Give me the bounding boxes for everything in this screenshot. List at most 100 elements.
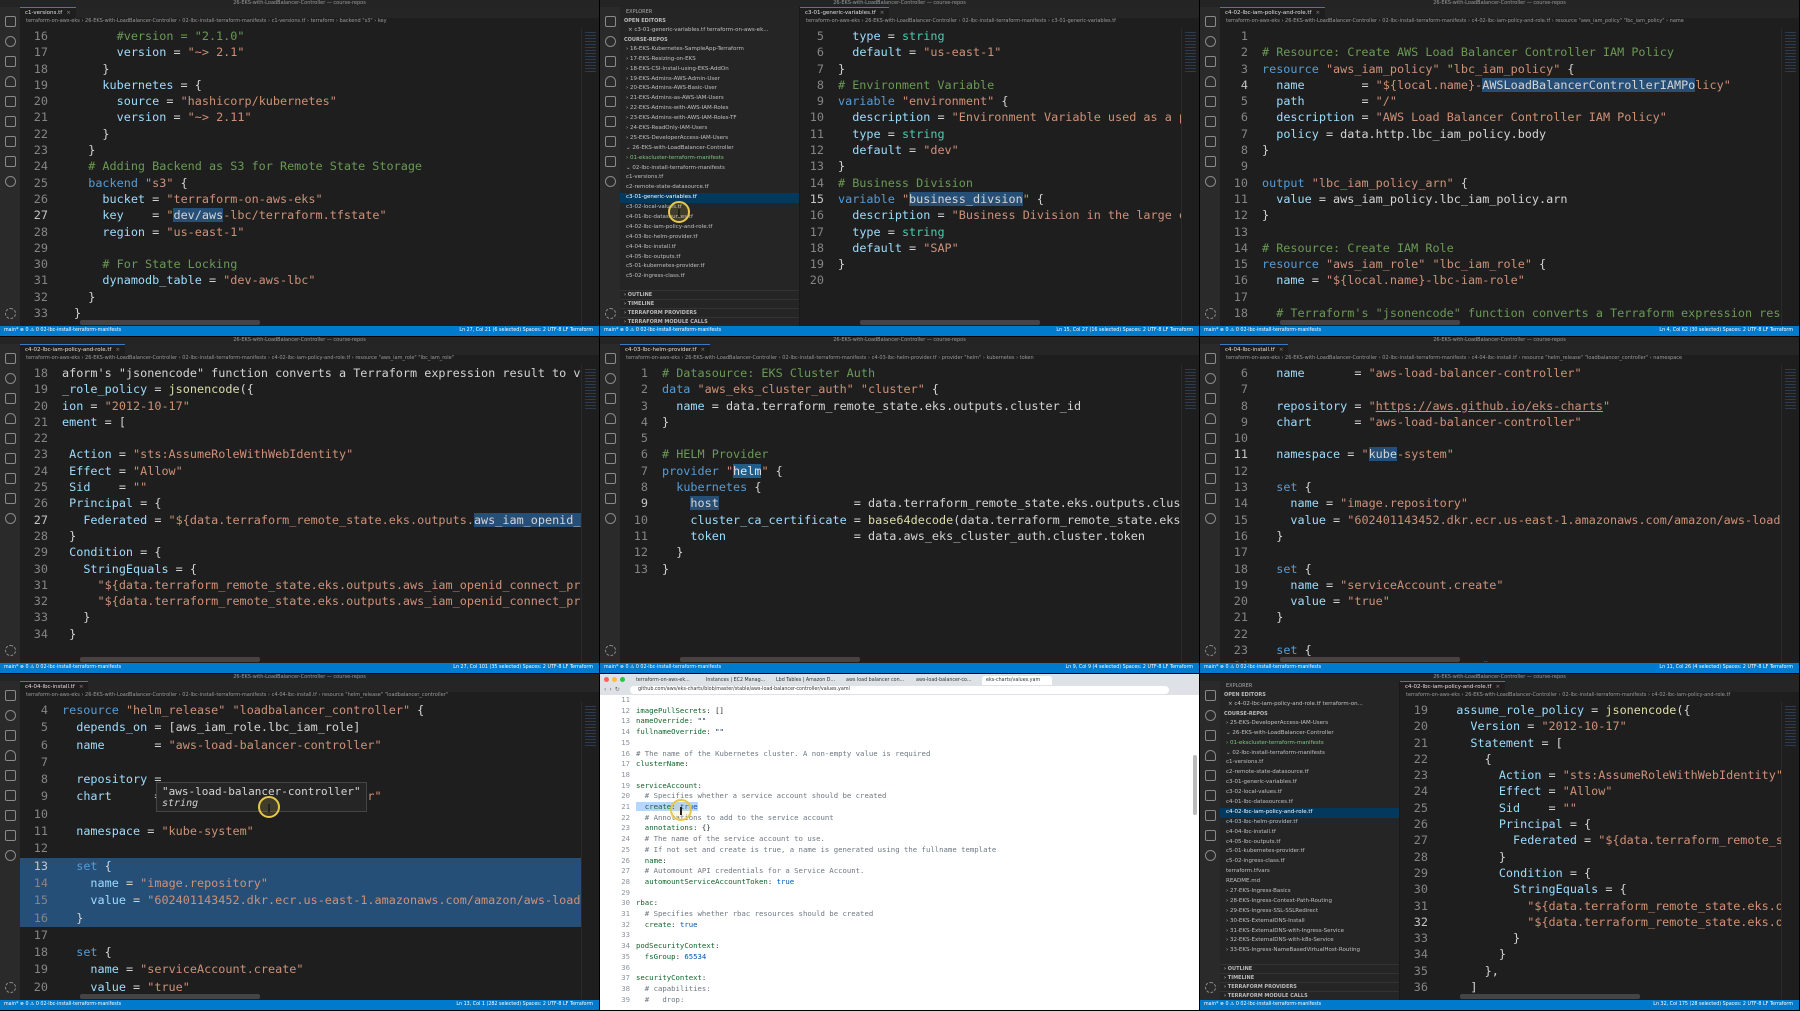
docker-icon[interactable]	[1204, 473, 1216, 484]
explorer-item[interactable]: c5-01-kubernetes-provider.tf	[620, 262, 799, 272]
run-debug-icon[interactable]	[604, 76, 616, 87]
editor-tab[interactable]: c4-04-lbc-install.tf ×	[1220, 344, 1289, 355]
minimap[interactable]	[1181, 28, 1199, 325]
horizontal-scrollbar[interactable]	[860, 320, 1040, 325]
code-editor[interactable]: 1 2 # Resource: Create AWS Load Balancer C…	[1220, 28, 1799, 325]
browser-tab[interactable]: terraform-on-aws-ek...	[632, 676, 702, 685]
explorer-item[interactable]: c5-01-kubernetes-provider.tf	[1220, 847, 1399, 857]
editor-tab[interactable]: c4-03-lbc-helm-provider.tf ×	[620, 344, 711, 355]
status-right[interactable]: Ln 9, Col 9 (4 selected) Spaces: 2 UTF-8…	[1066, 663, 1194, 673]
source-control-icon[interactable]	[604, 56, 616, 67]
gear-icon[interactable]	[4, 982, 16, 993]
docker-icon[interactable]	[1204, 810, 1216, 821]
explorer-item[interactable]: c4-03-lbc-helm-provider.tf	[620, 233, 799, 243]
breadcrumb[interactable]: terraform-on-aws-eks › 26-EKS-with-LoadB…	[800, 18, 1199, 27]
status-right[interactable]: Ln 27, Col 21 (6 selected) Spaces: 2 UTF…	[459, 326, 593, 336]
gear-icon[interactable]	[1204, 308, 1216, 319]
minimap[interactable]	[1181, 365, 1199, 662]
browser-tab[interactable]: Lbd Tables | Amazon D...	[772, 676, 842, 685]
explorer-item[interactable]: c2-remote-state-datasource.tf	[620, 183, 799, 193]
sidebar-section[interactable]: › TERRAFORM MODULE CALLS	[1220, 991, 1399, 1000]
explorer-item[interactable]: › 16-EKS-Kubernetes-SampleApp-Terraform	[620, 45, 799, 55]
source-control-icon[interactable]	[4, 56, 16, 67]
gear-icon[interactable]	[4, 308, 16, 319]
testing-icon[interactable]	[604, 156, 616, 167]
explorer-item[interactable]: › 01-ekscluster-terraform-manifests	[1220, 739, 1399, 749]
docker-icon[interactable]	[4, 473, 16, 484]
explorer-item[interactable]: c4-04-lbc-install.tf	[620, 243, 799, 253]
run-debug-icon[interactable]	[4, 413, 16, 424]
account-icon[interactable]	[1204, 513, 1216, 524]
explorer-item[interactable]: c4-02-lbc-iam-policy-and-role.tf	[1220, 807, 1399, 818]
sidebar-section[interactable]: › TERRAFORM PROVIDERS	[620, 308, 799, 317]
testing-icon[interactable]	[4, 493, 16, 504]
extensions-icon[interactable]	[1204, 96, 1216, 107]
status-left[interactable]: main* ⊗ 0 ⚠ 0 02-lbc-install-terraform-m…	[604, 326, 721, 336]
breadcrumb[interactable]: terraform-on-aws-eks › 26-EKS-with-LoadB…	[1400, 692, 1799, 701]
explorer-item[interactable]: c1-versions.tf	[1220, 758, 1399, 768]
horizontal-scrollbar[interactable]	[80, 994, 260, 999]
docker-icon[interactable]	[4, 136, 16, 147]
course-repos-header[interactable]: COURSE-REPOS	[1220, 710, 1399, 719]
minimize-dot-icon[interactable]	[612, 677, 617, 682]
testing-icon[interactable]	[4, 156, 16, 167]
source-control-icon[interactable]	[1204, 393, 1216, 404]
zoom-dot-icon[interactable]	[620, 677, 625, 682]
code-editor[interactable]: 4 resource "helm_release" "loadbalancer_c…	[20, 702, 599, 999]
code-editor[interactable]: 18 aform's "jsonencode" function converts…	[20, 365, 599, 662]
extensions-icon[interactable]	[4, 770, 16, 781]
explorer-item[interactable]: › 19-EKS-Admins-AWS-Admin-User	[620, 75, 799, 85]
search-icon[interactable]	[1204, 373, 1216, 384]
explorer-item[interactable]: README.md	[1220, 877, 1399, 887]
extensions-icon[interactable]	[604, 96, 616, 107]
open-editors-header[interactable]: OPEN EDITORS	[1220, 691, 1399, 700]
explorer-icon[interactable]	[4, 16, 16, 27]
testing-icon[interactable]	[1204, 156, 1216, 167]
account-icon[interactable]	[4, 176, 16, 187]
remote-icon[interactable]	[4, 453, 16, 464]
code-editor[interactable]: 6 name = "aws-load-balancer-controller" 7…	[1220, 365, 1799, 662]
open-editors-header[interactable]: OPEN EDITORS	[620, 17, 799, 26]
explorer-item[interactable]: ⌄ 02-lbc-install-terraform-manifests	[1220, 749, 1399, 759]
horizontal-scrollbar[interactable]	[680, 657, 860, 662]
close-icon[interactable]: ×	[880, 10, 885, 16]
testing-icon[interactable]	[1204, 493, 1216, 504]
search-icon[interactable]	[604, 36, 616, 47]
close-icon[interactable]: ×	[115, 347, 120, 353]
minimap[interactable]	[1781, 702, 1799, 999]
close-icon[interactable]: ×	[1495, 684, 1500, 690]
extensions-icon[interactable]	[1204, 433, 1216, 444]
page-scrollbar[interactable]	[1193, 755, 1197, 815]
explorer-icon[interactable]	[4, 353, 16, 364]
explorer-item[interactable]: › 28-EKS-Ingress-Context-Path-Routing	[1220, 897, 1399, 907]
open-editor-item[interactable]: × c4-02-lbc-iam-policy-and-role.tf terra…	[1220, 700, 1399, 710]
run-debug-icon[interactable]	[604, 413, 616, 424]
sidebar-section[interactable]: › OUTLINE	[1220, 964, 1399, 973]
extensions-icon[interactable]	[4, 96, 16, 107]
close-icon[interactable]: ×	[1315, 10, 1320, 16]
remote-icon[interactable]	[1204, 453, 1216, 464]
remote-icon[interactable]	[1204, 790, 1216, 801]
testing-icon[interactable]	[4, 830, 16, 841]
explorer-item[interactable]: › 25-EKS-DeveloperAccess-IAM-Users	[1220, 719, 1399, 729]
minimap[interactable]	[581, 365, 599, 662]
gear-icon[interactable]	[604, 308, 616, 319]
status-right[interactable]: Ln 27, Col 101 (35 selected) Spaces: 2 U…	[453, 663, 593, 673]
remote-icon[interactable]	[4, 790, 16, 801]
minimap[interactable]	[581, 28, 599, 325]
breadcrumb[interactable]: terraform-on-aws-eks › 26-EKS-with-LoadB…	[20, 355, 599, 364]
source-control-icon[interactable]	[4, 730, 16, 741]
browser-tab[interactable]: eks-charts/values.yam	[982, 676, 1052, 685]
remote-icon[interactable]	[604, 453, 616, 464]
code-editor[interactable]: 5 type = string 6 default = "us-east-1" 7}…	[800, 28, 1199, 325]
status-right[interactable]: Ln 15, Col 27 (16 selected) Spaces: 2 UT…	[1056, 326, 1193, 336]
explorer-item[interactable]: c4-03-lbc-helm-provider.tf	[1220, 818, 1399, 828]
code-editor[interactable]: 1 # Datasource: EKS Cluster Auth 2 data "aw…	[620, 365, 1199, 662]
explorer-icon[interactable]	[4, 690, 16, 701]
gear-icon[interactable]	[1204, 645, 1216, 656]
docker-icon[interactable]	[1204, 136, 1216, 147]
explorer-icon[interactable]	[1204, 353, 1216, 364]
explorer-item[interactable]: › 29-EKS-Ingress-SSL-SSLRedirect	[1220, 907, 1399, 917]
status-left[interactable]: main* ⊗ 0 ⚠ 0 02-lbc-install-terraform-m…	[4, 326, 121, 336]
editor-tab[interactable]: c4-02-lbc-iam-policy-and-role.tf ×	[1400, 681, 1506, 692]
